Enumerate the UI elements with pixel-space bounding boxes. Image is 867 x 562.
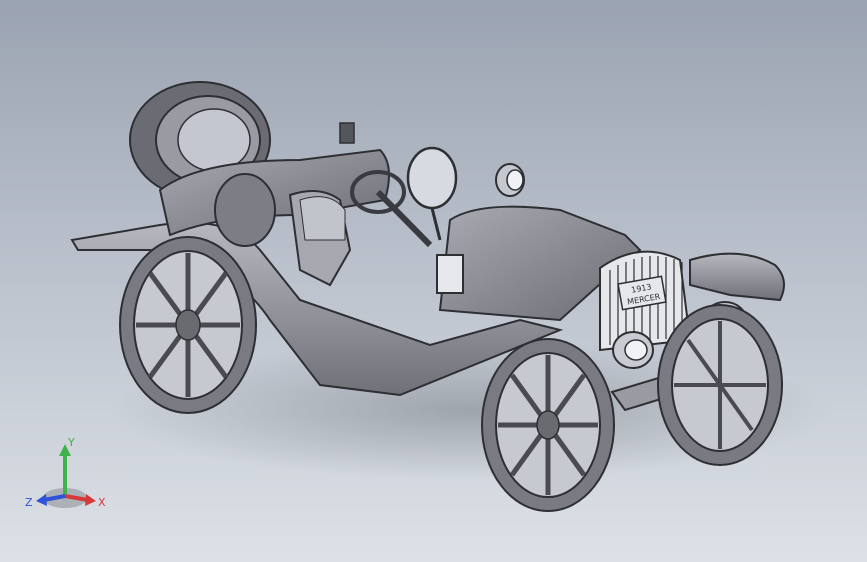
triad-x-label: X	[98, 496, 106, 509]
headlamp-top[interactable]	[495, 163, 525, 197]
front-fender[interactable]	[689, 252, 785, 302]
view-triad[interactable]: Y X Z	[20, 436, 110, 516]
front-right-wheel[interactable]	[657, 304, 783, 466]
graphics-viewport[interactable]: 1913 MERCER Y X Z	[0, 0, 867, 562]
triad-x-arrow	[85, 494, 96, 506]
triad-z-arrow	[36, 494, 47, 506]
car-model[interactable]: 1913 MERCER	[0, 0, 867, 562]
side-lantern[interactable]	[436, 254, 464, 294]
front-left-wheel[interactable]	[481, 338, 615, 512]
triad-z-label: Z	[25, 496, 33, 509]
triad-y-label: Y	[67, 436, 75, 449]
rear-left-wheel[interactable]	[119, 236, 257, 414]
driver-seat[interactable]	[288, 190, 352, 287]
